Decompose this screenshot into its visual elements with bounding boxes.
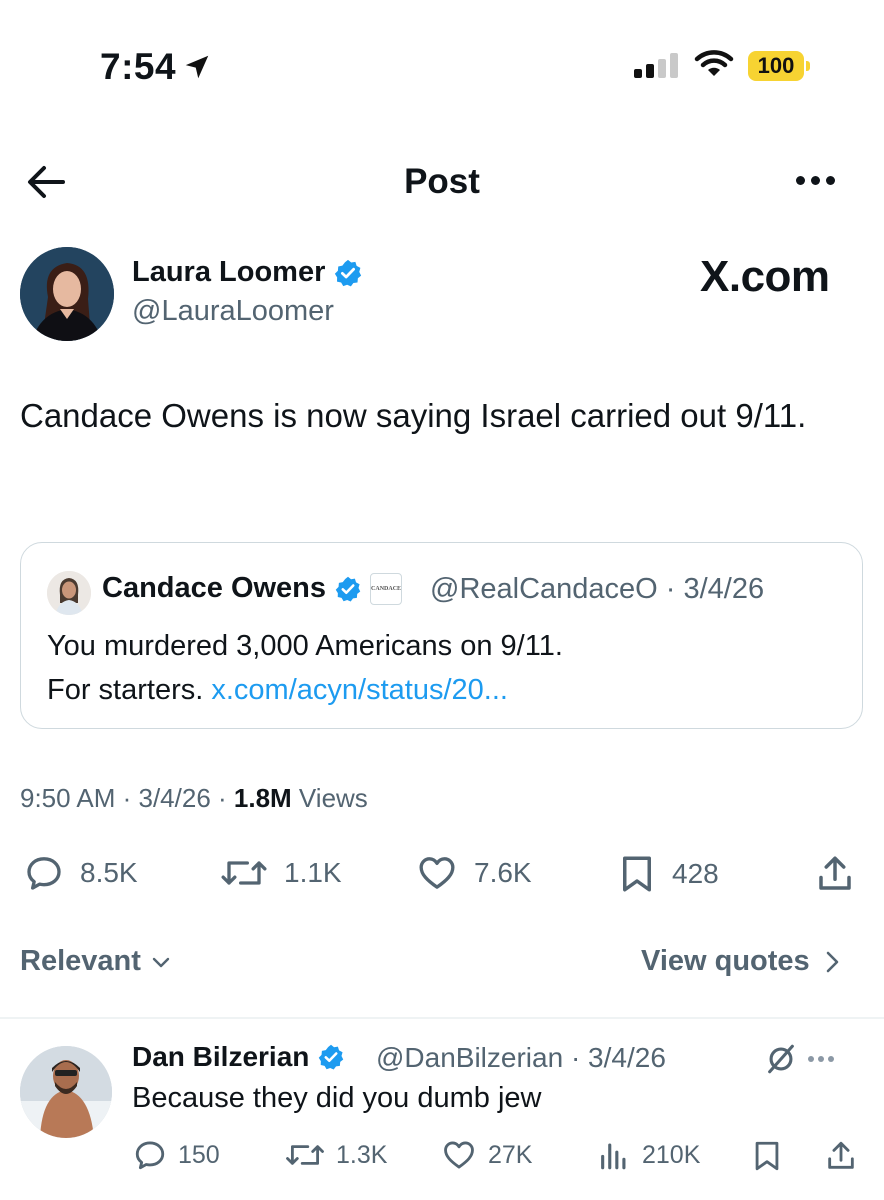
verified-badge-icon [335,259,362,286]
quote-line-2: For starters. x.com/acyn/status/20... [47,668,837,712]
battery-tip [806,61,810,71]
chevron-down-icon [152,957,170,967]
reply-text: Because they did you dumb jew [132,1082,542,1114]
dot-icon [808,1056,814,1062]
dot-icon [828,1056,834,1062]
reply-count: 8.5K [80,857,138,888]
chevron-right-icon [826,951,838,972]
reply-button[interactable]: 8.5K [22,853,138,893]
reply-more-button[interactable] [808,1056,834,1062]
repost-button[interactable]: 1.1K [218,853,342,893]
like-button[interactable]: 7.6K [414,853,532,893]
verified-badge-icon [319,1044,344,1070]
bookmark-button[interactable]: 428 [616,853,719,895]
reply-reply-count: 150 [178,1140,220,1169]
author-handle[interactable]: @LauraLoomer [132,295,334,328]
quote-line-1: You murdered 3,000 Americans on 9/11. [47,630,563,662]
page-title: Post [404,162,480,201]
bookmark-icon [755,1141,779,1171]
reply-repost-count: 1.3K [336,1140,388,1169]
quote-link[interactable]: x.com/acyn/status/20... [211,674,508,706]
wifi-icon [694,48,734,78]
reply-handle-date: @DanBilzerian · 3/4/26 [376,1042,666,1073]
verified-badge-icon [335,576,361,601]
reply-like-button[interactable]: 27K [440,1138,532,1172]
quote-handle-date: @RealCandaceO · 3/4/26 [430,573,765,605]
analytics-icon [601,1143,626,1170]
reply-share-button[interactable] [824,1138,858,1174]
dot-icon [818,1056,824,1062]
reply-like-count: 27K [488,1140,533,1169]
battery-indicator: 100 [748,51,804,81]
bookmark-count: 428 [672,858,719,889]
post-text: Candace Owens is now saying Israel carri… [20,397,807,434]
author-name[interactable]: Laura Loomer [132,256,363,289]
views-count: 1.8M [233,783,292,813]
view-quotes-label: View quotes [641,945,810,977]
heart-icon [444,1141,474,1169]
location-arrow-icon [185,55,209,79]
reply-views-count: 210K [642,1140,701,1169]
affiliate-badge: CANDACE [370,572,403,605]
bookmark-icon [623,856,651,892]
share-icon [819,856,851,890]
dot-icon [811,176,820,185]
views-label: Views [291,783,368,813]
quote-author-name-text: Candace Owens [102,572,327,604]
repost-icon [221,861,267,885]
reply-bookmark-button[interactable] [750,1138,784,1174]
reply-author-name-text: Dan Bilzerian [132,1041,310,1072]
repost-count: 1.1K [284,857,342,888]
grok-icon [768,1044,794,1074]
reply-author-avatar[interactable] [20,1046,112,1138]
sort-label: Relevant [20,945,141,977]
quote-author-name[interactable]: Candace Owens CANDACE [102,572,403,605]
x-com-watermark: X.com [700,252,830,301]
quote-line-2-text: For starters. [47,674,204,706]
dot-icon [826,176,835,185]
status-time: 7:54 [100,46,212,88]
reply-icon [135,1141,165,1170]
more-options-button[interactable] [796,176,835,185]
view-quotes-link[interactable]: View quotes [641,945,842,978]
reply-author-name[interactable]: Dan Bilzerian [132,1041,345,1073]
share-icon [828,1141,854,1169]
reply-views-button[interactable]: 210K [596,1138,700,1172]
reply-icon [27,857,61,890]
author-avatar[interactable] [20,247,114,341]
reply-reply-button[interactable]: 150 [132,1138,220,1172]
quote-author-avatar [47,571,91,615]
reply-repost-button[interactable]: 1.3K [284,1138,387,1172]
cellular-signal-icon [634,52,678,78]
grok-button[interactable] [764,1042,798,1076]
author-name-text: Laura Loomer [132,256,326,288]
share-button[interactable] [814,853,856,895]
sort-dropdown[interactable]: Relevant [20,945,173,978]
repost-icon [286,1145,324,1165]
post-timestamp: 9:50 AM · 3/4/26 · [20,783,234,813]
heart-icon [419,857,455,889]
divider [0,1017,884,1019]
quote-text: You murdered 3,000 Americans on 9/11. Fo… [47,624,837,712]
dot-icon [796,176,805,185]
post-meta: 9:50 AM · 3/4/26 · 1.8M Views [20,783,368,814]
like-count: 7.6K [474,857,532,888]
